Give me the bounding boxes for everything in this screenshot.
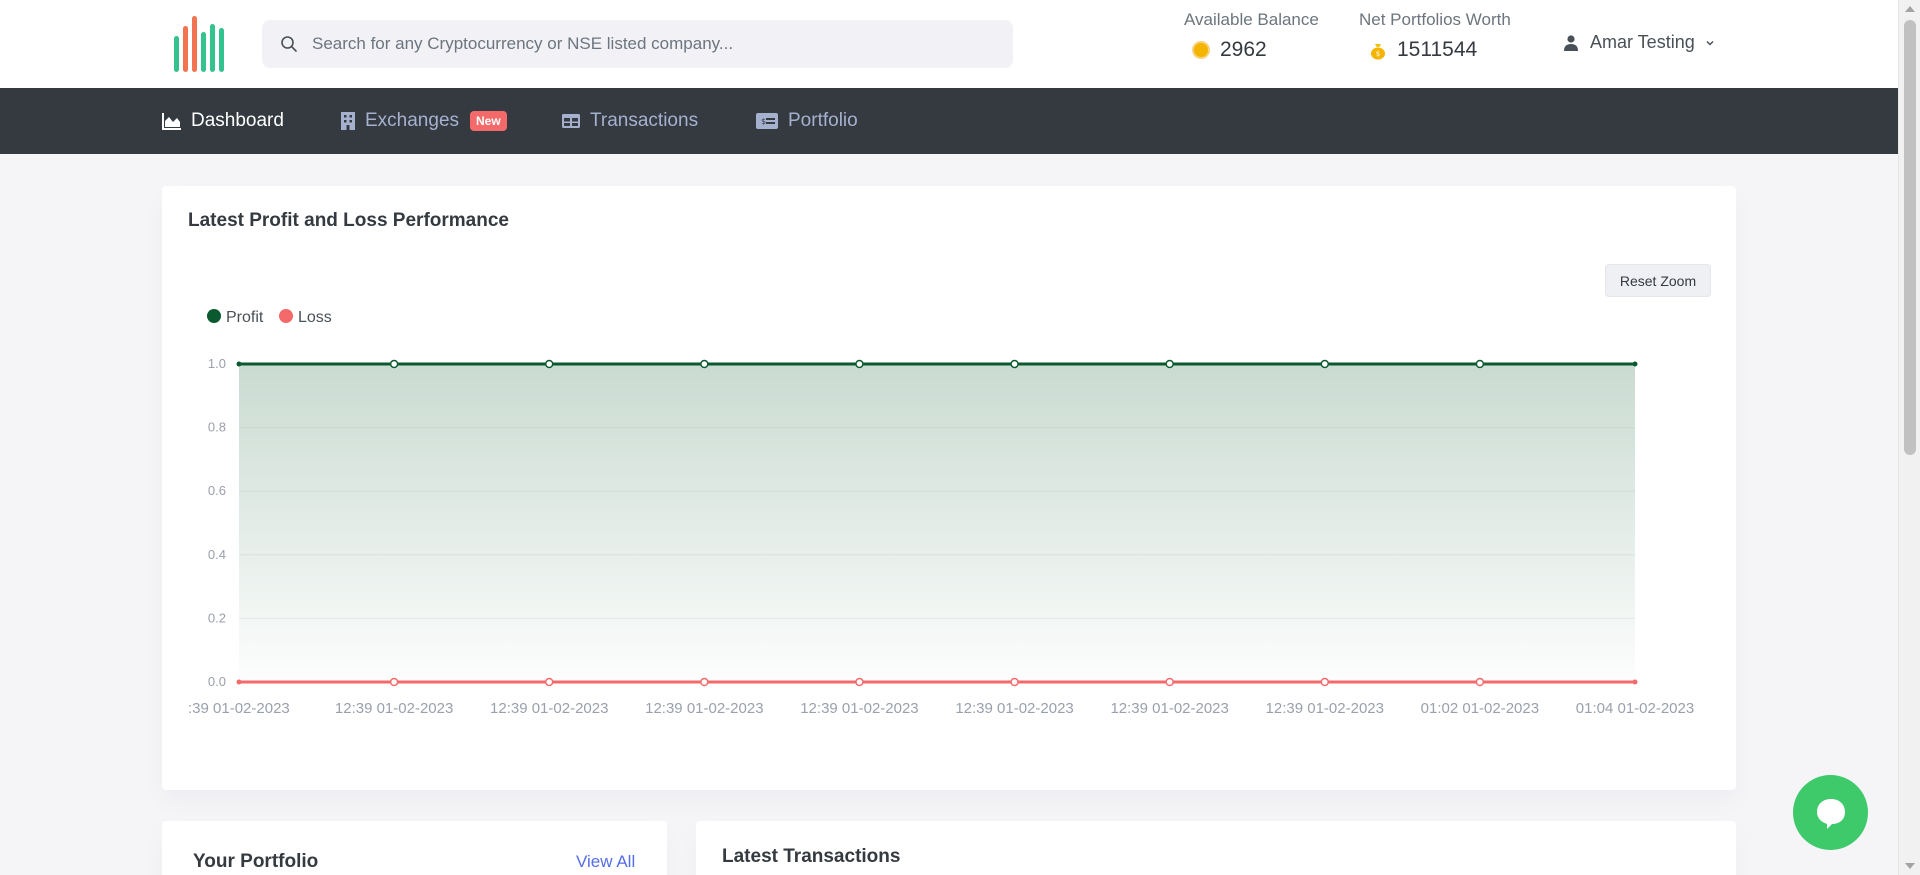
x-tick-label: 12:39 01-02-2023 (490, 700, 608, 717)
money-bag-icon: $ (1371, 43, 1385, 59)
net-worth-label: Net Portfolios Worth (1359, 10, 1511, 29)
scroll-down-arrow[interactable] (1905, 863, 1915, 869)
loss-point[interactable] (1165, 677, 1174, 687)
y-axis: 0.0 0.2 0.4 0.6 0.8 1.0 (208, 356, 226, 689)
search-input[interactable] (312, 20, 1002, 68)
chevron-down-icon (1706, 40, 1714, 46)
coin-icon (1192, 41, 1210, 59)
y-tick-label: 0.4 (208, 547, 226, 562)
page-scrollbar[interactable] (1898, 0, 1920, 875)
new-badge: New (470, 111, 507, 131)
profit-point[interactable] (855, 359, 864, 369)
y-tick-label: 0.6 (208, 483, 226, 498)
loss-point[interactable] (1320, 677, 1330, 687)
main-nav: Dashboard Exchanges New Transactions $ P… (0, 88, 1898, 154)
y-tick-label: 0.2 (208, 610, 226, 625)
loss-point[interactable] (1475, 677, 1485, 687)
user-icon (1564, 34, 1578, 51)
your-portfolio-card: Your Portfolio View All (162, 821, 667, 875)
x-tick-label: 12:39 01-02-2023 (645, 700, 763, 717)
y-tick-label: 0.8 (208, 420, 226, 435)
available-balance-value: 2962 (1220, 38, 1267, 61)
x-tick-label: :39 01-02-2023 (188, 700, 290, 717)
nav-transactions[interactable]: Transactions (561, 88, 698, 154)
profit-loss-card: Latest Profit and Loss Performance Reset… (162, 186, 1736, 790)
x-tick-label: 12:39 01-02-2023 (955, 700, 1073, 717)
loss-point[interactable] (1632, 679, 1638, 685)
svg-text:$: $ (761, 117, 766, 126)
nav-exchanges-label: Exchanges (365, 110, 460, 131)
search-icon (281, 36, 297, 52)
profit-point[interactable] (1632, 361, 1638, 367)
x-axis: :39 01-02-2023 12:39 01-02-2023 12:39 01-0… (188, 700, 1694, 717)
net-portfolio-worth: Net Portfolios Worth $ 1511544 (1359, 10, 1511, 62)
nav-portfolio[interactable]: $ Portfolio (755, 88, 858, 154)
building-icon (341, 112, 355, 130)
available-balance-label: Available Balance (1184, 10, 1319, 29)
profit-loss-chart[interactable]: Profit Loss 0.0 0.2 0.4 0.6 0.8 1.0 :39 01-02… (162, 186, 1736, 746)
x-tick-label: 12:39 01-02-2023 (335, 700, 453, 717)
chart-legend: Profit Loss (207, 309, 332, 326)
legend-profit-marker (207, 309, 221, 323)
search-bar (262, 20, 1013, 68)
profit-point[interactable] (236, 361, 242, 367)
loss-point[interactable] (855, 677, 864, 687)
loss-point[interactable] (700, 677, 709, 687)
scrollbar-thumb[interactable] (1904, 20, 1916, 455)
money-check-icon: $ (756, 113, 778, 129)
profit-point[interactable] (1320, 359, 1330, 369)
chart-area-icon (162, 113, 181, 130)
chat-bubble-icon (1816, 798, 1845, 829)
nav-dashboard-label: Dashboard (191, 110, 284, 131)
x-tick-label: 01:02 01-02-2023 (1421, 700, 1539, 717)
legend-loss-label[interactable]: Loss (298, 309, 332, 326)
portfolio-card-title: Your Portfolio (193, 851, 319, 872)
user-name: Amar Testing (1590, 32, 1695, 52)
loss-point[interactable] (1010, 677, 1019, 687)
profit-point[interactable] (700, 359, 709, 369)
y-tick-label: 0.0 (208, 674, 226, 689)
profit-point[interactable] (1165, 359, 1174, 369)
transactions-card-title: Latest Transactions (722, 846, 901, 867)
nav-dashboard[interactable]: Dashboard (162, 88, 284, 154)
svg-text:$: $ (1376, 50, 1380, 58)
loss-point[interactable] (389, 677, 399, 687)
x-tick-label: 12:39 01-02-2023 (1110, 700, 1228, 717)
y-tick-label: 1.0 (208, 356, 226, 371)
table-icon (562, 114, 580, 128)
x-tick-label: 01:04 01-02-2023 (1576, 700, 1694, 717)
legend-profit-label[interactable]: Profit (226, 309, 264, 326)
nav-transactions-label: Transactions (590, 110, 699, 131)
nav-exchanges[interactable]: Exchanges New (340, 88, 507, 154)
profit-point[interactable] (389, 359, 399, 369)
profit-area (239, 364, 1635, 682)
top-header: Available Balance 2962 Net Portfolios Wo… (0, 0, 1898, 88)
user-menu[interactable]: Amar Testing (1562, 32, 1715, 53)
loss-point[interactable] (236, 679, 242, 685)
scroll-up-arrow[interactable] (1905, 6, 1915, 12)
legend-loss-marker (279, 309, 293, 323)
net-worth-value: 1511544 (1397, 38, 1478, 61)
chat-widget-button[interactable] (1793, 775, 1868, 850)
latest-transactions-card: Latest Transactions (696, 821, 1736, 875)
profit-point[interactable] (1475, 359, 1485, 369)
profit-point[interactable] (544, 359, 554, 369)
chart-series (236, 359, 1638, 687)
app-logo[interactable] (172, 16, 232, 72)
x-tick-label: 12:39 01-02-2023 (1266, 700, 1384, 717)
available-balance: Available Balance 2962 (1184, 10, 1319, 62)
profit-point[interactable] (1010, 359, 1019, 369)
view-all-link[interactable]: View All (576, 852, 635, 872)
loss-point[interactable] (544, 677, 554, 687)
nav-portfolio-label: Portfolio (788, 110, 858, 131)
x-tick-label: 12:39 01-02-2023 (800, 700, 918, 717)
